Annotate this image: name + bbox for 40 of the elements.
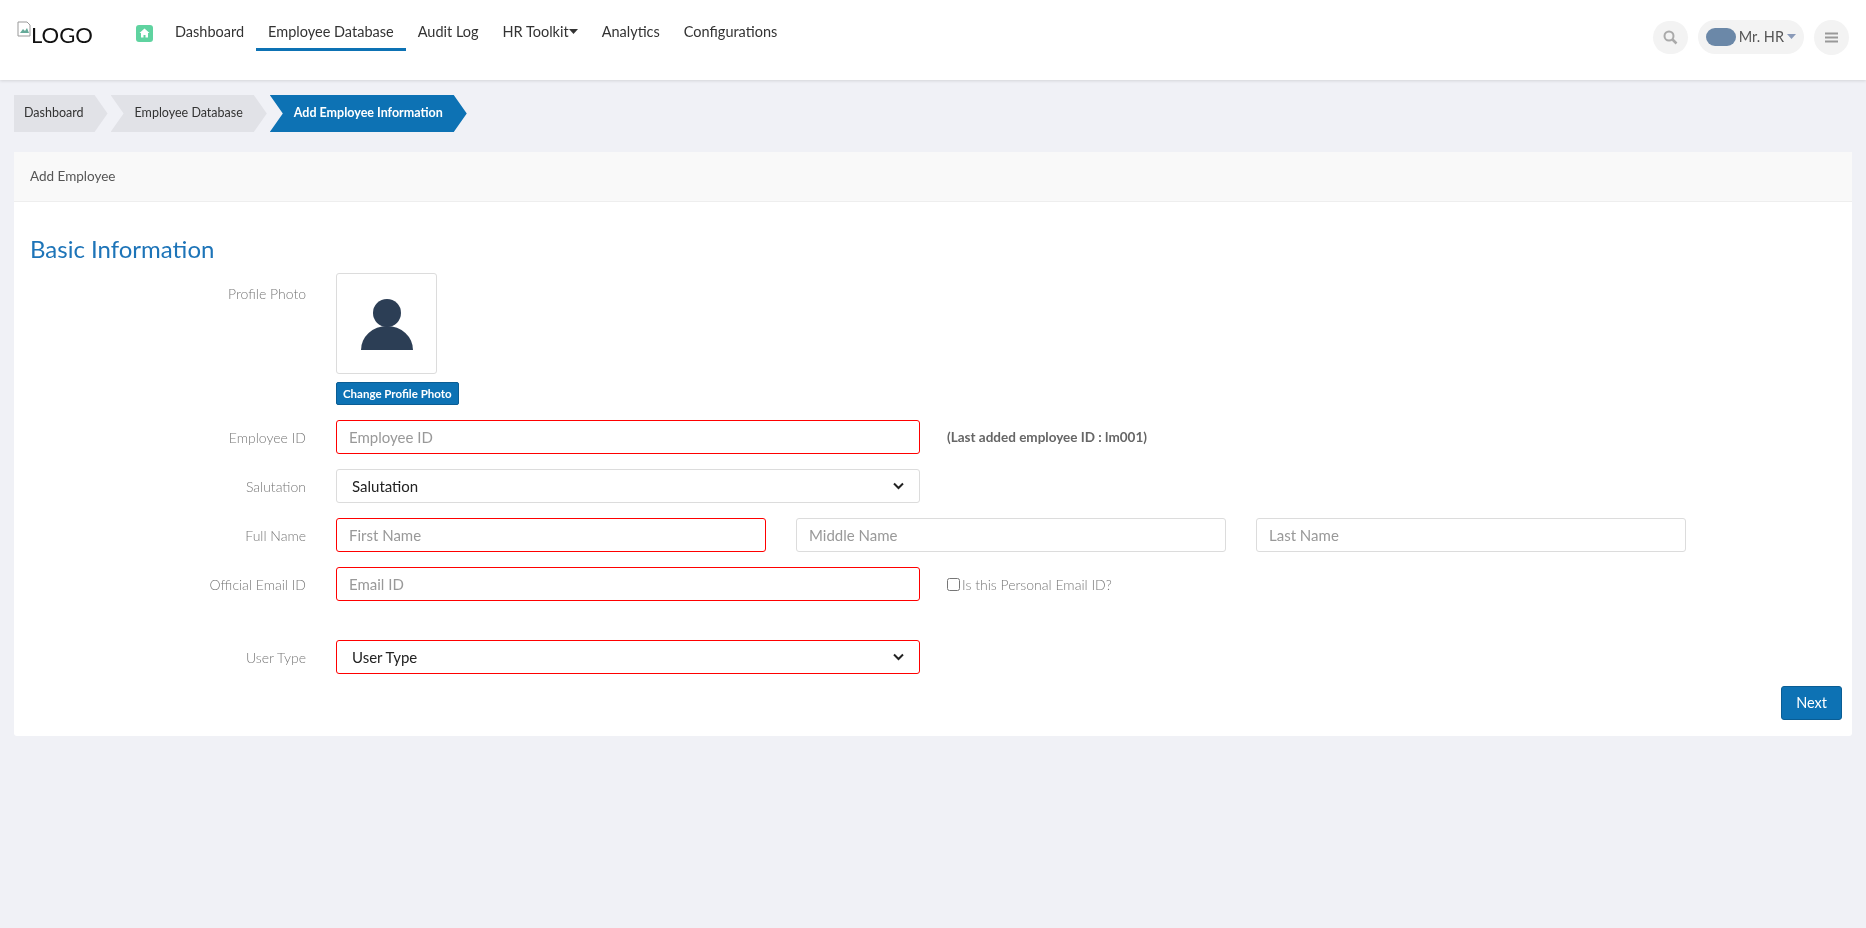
personal-email-checkbox[interactable] [947,577,960,591]
nav-tab[interactable]: Dashboard [163,14,257,52]
caret-icon [568,28,578,35]
text-field[interactable]: Email ID [336,567,920,602]
name-field[interactable]: First Name [336,518,766,553]
breadcrumb-item[interactable]: Employee Database [110,95,267,132]
checkbox-label: Is this Personal Email ID? [962,574,1112,595]
field-label: Full Name [245,526,306,544]
search-icon [1662,29,1678,45]
change-photo-button[interactable]: Change Profile Photo [336,382,459,406]
field-label: Official Email ID [209,575,306,593]
field-label: Profile Photo [228,285,306,302]
field-label: User Type [246,648,306,666]
avatar-placeholder [1705,28,1736,46]
card-header: Add Employee [14,152,1852,202]
user-menu-button[interactable]: Mr. HR [1697,20,1804,54]
nav-tab[interactable]: HR Toolkit [490,14,590,52]
field-label: Salutation [245,477,306,495]
broken-image-icon [17,20,31,37]
menu-icon [1825,31,1838,43]
section-heading: Basic Information [30,237,216,261]
breadcrumb-item[interactable]: Dashboard [14,95,108,132]
nav-tab[interactable]: Employee Database [256,14,406,52]
chevron-down-icon [893,653,904,662]
select-field[interactable]: Salutation [336,469,920,504]
menu-button[interactable] [1814,19,1849,55]
home-icon[interactable] [136,24,153,42]
next-button[interactable]: Next [1781,686,1842,721]
broken-logo-image: LOGO [17,20,127,46]
select-field[interactable]: User Type [336,640,920,675]
text-field[interactable]: Employee ID [336,420,920,455]
caret-icon [1787,34,1796,40]
last-id-note: (Last added employee ID : lm001) [947,428,1147,448]
field-label: Employee ID [228,428,306,446]
chevron-down-icon [893,482,904,491]
breadcrumb-item[interactable]: Add Employee Information [269,95,467,132]
nav-tab[interactable]: Audit Log [405,14,491,52]
search-button[interactable] [1652,20,1688,54]
nav-tab[interactable]: Analytics [589,14,672,52]
nav-tab[interactable]: Configurations [671,14,790,52]
